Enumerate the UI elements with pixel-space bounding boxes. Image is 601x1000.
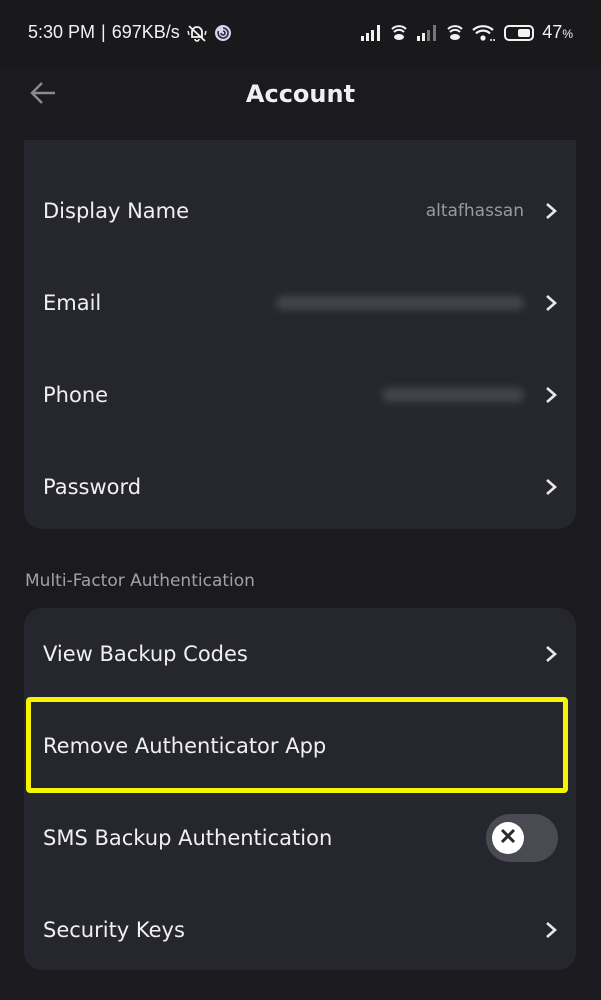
signal-sim1-icon: [360, 24, 382, 42]
page-title: Account: [245, 80, 356, 108]
battery-percent-value: 47: [542, 22, 563, 42]
signal-sim2-icon: [416, 24, 438, 42]
mfa-settings-card: View Backup Codes Remove Authenticator A…: [24, 608, 576, 970]
toggle-knob: [492, 822, 524, 854]
account-settings-card: Display Name altafhassan Email Phone Pas…: [24, 140, 576, 529]
phone-value-redacted: [382, 388, 524, 402]
display-name-row[interactable]: Display Name altafhassan: [24, 165, 576, 257]
notifications-muted-icon: [186, 23, 208, 43]
sms-backup-authentication-row: SMS Backup Authentication: [24, 792, 576, 884]
remove-authenticator-app-row[interactable]: Remove Authenticator App: [24, 700, 576, 792]
security-keys-row[interactable]: Security Keys: [24, 884, 576, 970]
remove-authenticator-app-label: Remove Authenticator App: [43, 734, 327, 758]
status-bar: 5:30 PM | 697KB/s 47%: [0, 0, 601, 66]
phone-row[interactable]: Phone: [24, 349, 576, 441]
app-bar: Account: [0, 66, 601, 126]
app-notification-icon: [214, 24, 232, 42]
chevron-right-icon: [544, 477, 558, 497]
battery-percent: 47%: [542, 22, 573, 43]
status-bar-left: 5:30 PM | 697KB/s: [28, 22, 232, 43]
chevron-right-icon: [544, 644, 558, 664]
password-row[interactable]: Password: [24, 441, 576, 529]
phone-label: Phone: [43, 383, 109, 407]
email-value-redacted: [276, 296, 524, 310]
wifi-icon: [472, 24, 496, 42]
status-separator: |: [101, 22, 106, 42]
display-name-label: Display Name: [43, 199, 190, 223]
sms-backup-toggle[interactable]: [486, 814, 558, 862]
view-backup-codes-row[interactable]: View Backup Codes: [24, 608, 576, 700]
battery-icon: [504, 24, 535, 41]
email-label: Email: [43, 291, 102, 315]
clock: 5:30 PM: [28, 22, 96, 42]
chevron-right-icon: [544, 920, 558, 940]
chevron-right-icon: [544, 293, 558, 313]
chevron-right-icon: [544, 385, 558, 405]
close-icon: [500, 828, 516, 848]
mfa-section-heading: Multi-Factor Authentication: [25, 571, 255, 591]
hotspot-icon: [390, 24, 408, 42]
password-label: Password: [43, 475, 142, 499]
display-name-value: altafhassan: [425, 201, 524, 221]
view-backup-codes-label: View Backup Codes: [43, 642, 248, 666]
battery-fill: [518, 28, 531, 37]
security-keys-label: Security Keys: [43, 918, 185, 942]
email-row[interactable]: Email: [24, 257, 576, 349]
battery-percent-sign: %: [562, 27, 573, 41]
chevron-right-icon: [544, 201, 558, 221]
sms-backup-authentication-label: SMS Backup Authentication: [43, 826, 333, 850]
hotspot-icon: [446, 24, 464, 42]
network-speed: 697KB/s: [111, 22, 180, 42]
status-bar-right: 47%: [360, 22, 573, 43]
